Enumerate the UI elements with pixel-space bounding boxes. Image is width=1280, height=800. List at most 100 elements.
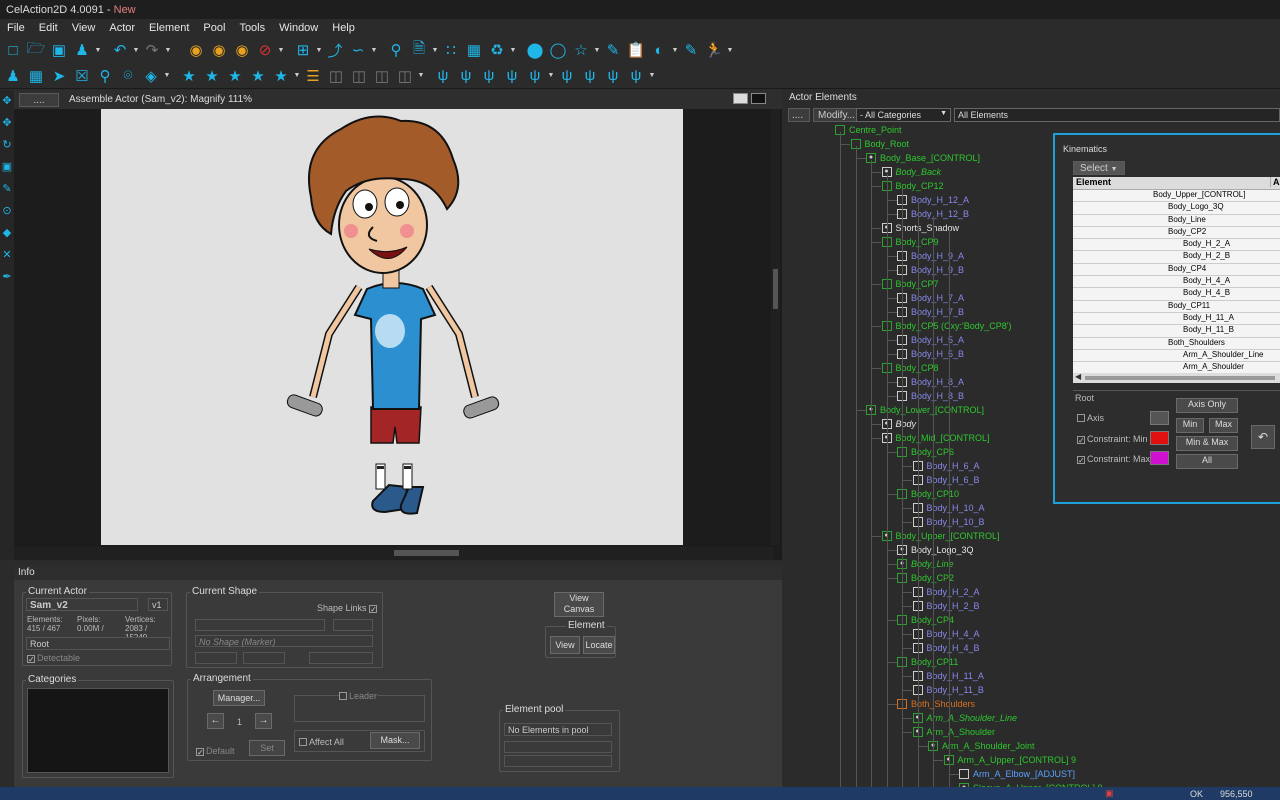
tree-node[interactable]: Body_Root [850,137,909,151]
modify-button[interactable]: Modify... [813,108,861,122]
chevron-down-icon[interactable]: ▼ [370,39,378,61]
kinematics-row[interactable]: Body_H_11_A [1073,313,1280,326]
tree-node[interactable]: ●Arm_A_Shoulder_Joint [928,739,1035,753]
chevron-down-icon[interactable]: ▼ [671,39,679,61]
kinematics-row[interactable]: Both_Shoulders [1073,338,1280,350]
chevron-down-icon[interactable]: ▼ [648,64,656,86]
tree-node[interactable]: Both_Shoulders [897,697,975,711]
star-plus-icon[interactable]: ★ [270,65,292,87]
palette-icon[interactable]: ◐ [648,39,670,61]
new-file-icon[interactable]: □ [2,39,24,61]
kinematics-row[interactable]: Body_CP2 [1073,227,1280,240]
rotate-tool-icon[interactable]: ↻ [0,134,14,156]
run-icon[interactable]: 🏃 [703,39,725,61]
elements-filter-field[interactable]: All Elements [954,108,1280,122]
kinematics-row[interactable]: Body_CP11 [1073,301,1280,313]
view-canvas-button[interactable]: View Canvas [554,592,604,617]
handle-4-icon[interactable]: ψ [501,65,523,87]
copy-icon[interactable]: ◫ [371,65,393,87]
handle-7-icon[interactable]: ψ [579,65,601,87]
kinematics-row[interactable]: Body_CP4 [1073,264,1280,277]
pencil-icon[interactable]: ✎ [602,39,624,61]
min-color-swatch[interactable] [1150,431,1169,445]
default-checkbox[interactable]: ✓ Default [196,746,235,757]
star-plus-icon[interactable]: ★ [201,65,223,87]
kinematics-row[interactable]: Body_H_2_A [1073,239,1280,252]
reset-icon[interactable]: ↶ [1251,425,1275,449]
chevron-down-icon[interactable]: ▼ [547,64,555,86]
chevron-down-icon[interactable]: ▼ [509,39,517,61]
tree-node[interactable]: ● Body_Base_[CONTROL] [866,151,980,165]
actor-icon[interactable]: ♟ [71,39,93,61]
menu-file[interactable]: File [0,22,32,34]
move-tool-icon[interactable]: ✥ [0,90,14,112]
constraint-min-checkbox[interactable]: ✓ Constraint: Min [1077,434,1148,445]
edit-tool-icon[interactable]: ✎ [0,178,14,200]
handle-9-icon[interactable]: ψ [625,65,647,87]
chevron-down-icon[interactable]: ▼ [164,39,172,61]
element-box-icon[interactable] [959,769,969,779]
pen-tool-icon[interactable]: ✒ [0,266,14,288]
image-icon[interactable]: ▦ [463,39,485,61]
tree-node[interactable]: Body_H_12_A [897,193,969,207]
chevron-down-icon[interactable]: ▼ [94,39,102,61]
view-button[interactable]: View [550,636,580,654]
circle-icon[interactable]: ◯ [547,39,569,61]
axis-only-button[interactable]: Axis Only [1176,398,1238,413]
scroll-left-icon[interactable]: ◀ [1075,372,1081,381]
tree-node[interactable]: Body_CP4 [897,613,954,627]
kinematics-row[interactable]: Body_Line [1073,215,1280,227]
kinematics-row[interactable]: Body_Logo_3Q [1073,202,1280,215]
view-mode-grey[interactable] [751,93,766,104]
add-element-icon[interactable]: ⊞ [292,39,314,61]
chevron-down-icon[interactable]: ▼ [315,39,323,61]
pointer-icon[interactable]: ➤ [48,65,70,87]
chevron-down-icon[interactable]: ▼ [277,39,285,61]
tree-node[interactable]: ●Body_Lower_[CONTROL] [866,403,984,417]
handle-3-icon[interactable]: ψ [478,65,500,87]
align-icon[interactable]: ∷ [440,39,462,61]
tree-node[interactable]: ●Shorts_Shadow [881,221,959,235]
actor-name-field[interactable]: Sam_v2 [26,598,138,611]
handle-5-icon[interactable]: ψ [524,65,546,87]
tree-node[interactable]: Body_CP7 [881,277,939,291]
all-button[interactable]: All [1176,454,1238,469]
mask-button[interactable]: Mask... [370,732,420,749]
kinematics-row[interactable]: Body_H_4_A [1073,276,1280,289]
handle-8-icon[interactable]: ψ [602,65,624,87]
tree-node[interactable]: Body_H_7_A [897,291,964,305]
chevron-down-icon[interactable]: ▼ [417,64,425,86]
undo-icon[interactable]: ↶ [109,39,131,61]
leader-checkbox[interactable]: Leader [339,691,378,701]
tree-node[interactable]: Body_H_6_B [912,473,980,487]
star-plus-icon[interactable]: ★ [247,65,269,87]
tree-node[interactable]: ●Body_Upper_[CONTROL] [881,529,1000,543]
canvas-vertical-scrollbar[interactable] [771,109,780,545]
locate-button[interactable]: Locate [583,636,615,654]
clipboard-icon[interactable]: 📋 [625,39,647,61]
manager-button[interactable]: Manager... [213,690,265,706]
tree-node[interactable]: Body_CP10 [897,487,959,501]
redo-icon[interactable]: ↷ [141,39,163,61]
handle-1-icon[interactable]: ψ [432,65,454,87]
menu-edit[interactable]: Edit [32,22,65,34]
close-box-icon[interactable]: ☒ [71,65,93,87]
tree-node[interactable]: Body_CP5 (Cxy:'Body_CP8') [881,319,1012,333]
detectable-checkbox[interactable]: ✓ Detectable [27,653,80,664]
tree-node[interactable]: ●Body_Line [897,557,954,571]
tree-node[interactable]: Body_H_5_B [897,347,964,361]
tree-node[interactable]: Body_H_8_A [897,375,964,389]
chevron-down-icon[interactable]: ▼ [132,39,140,61]
tree-node[interactable]: Body_H_5_A [897,333,964,347]
tree-node[interactable]: ●Body_Logo_3Q [897,543,974,557]
cancel-circle-icon[interactable]: ⊘ [254,39,276,61]
min-button[interactable]: Min [1176,418,1204,433]
save-icon[interactable]: ▣ [48,39,70,61]
open-folder-icon[interactable]: 🗁 [25,39,47,61]
kinematics-row[interactable]: Arm_A_Shoulder_Line [1073,350,1280,363]
min-max-button[interactable]: Min & Max [1176,436,1238,451]
category-select[interactable]: - All Categories ▼ [856,108,951,122]
kinematics-row[interactable]: Body_Upper_[CONTROL] [1073,190,1280,203]
chevron-down-icon[interactable]: ▼ [163,64,171,86]
tree-node[interactable]: Body_CP6 [897,445,954,459]
